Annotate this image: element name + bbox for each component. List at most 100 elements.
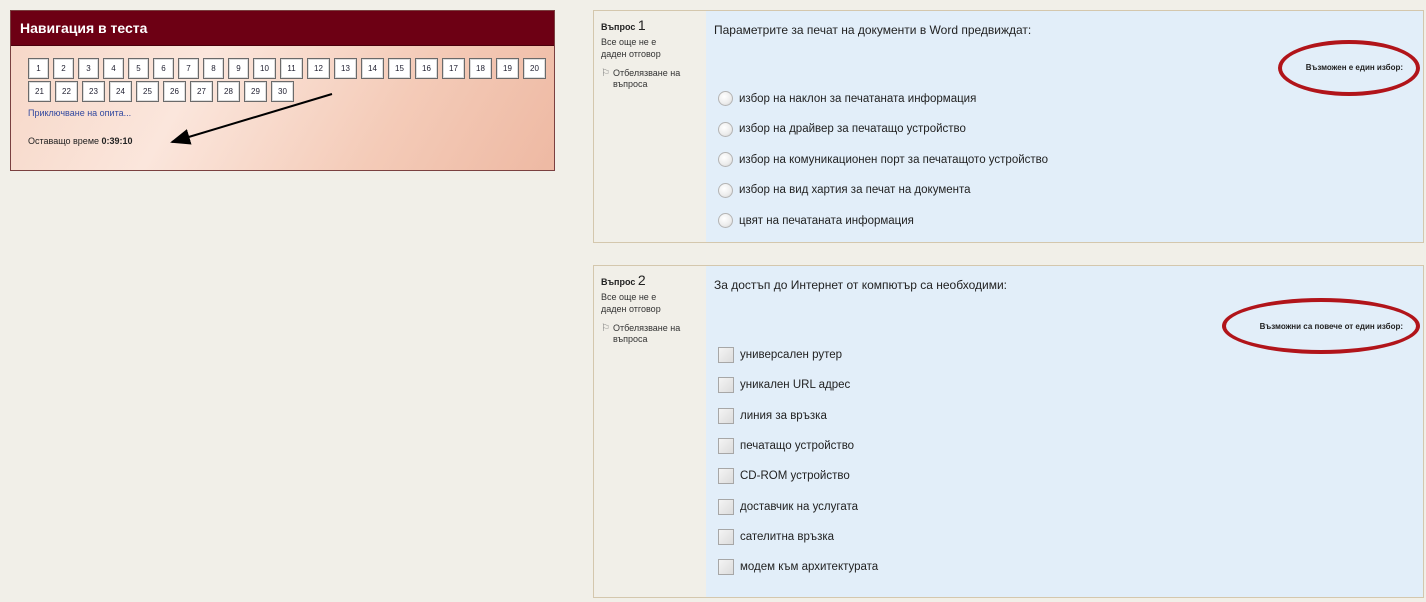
question-nav-button[interactable]: 15 <box>388 58 411 79</box>
question-nav-button[interactable]: 2 <box>53 58 74 79</box>
question-label: Въпрос <box>601 277 636 287</box>
answer-label: избор на драйвер за печатащо устройство <box>739 123 966 135</box>
answer-option[interactable]: линия за връзка <box>718 407 827 424</box>
question-number-value: 2 <box>637 272 646 288</box>
question-state: Все още не е даден отговор <box>601 37 661 59</box>
question-nav-button[interactable]: 17 <box>442 58 465 79</box>
answer-checkbox[interactable] <box>718 407 734 424</box>
answer-label: сателитна връзка <box>740 530 835 543</box>
answer-label: линия за връзка <box>740 409 827 422</box>
answer-prompt: Възможни са повече от един избор: <box>1259 322 1403 331</box>
question-nav-button[interactable]: 21 <box>28 81 51 102</box>
flag-question-toggle[interactable]: ⚐ Отбелязване на въпроса <box>601 323 706 345</box>
answer-label: доставчик на услугата <box>740 500 859 513</box>
answer-option[interactable]: избор на комуникационен порт за печатащо… <box>718 152 1048 167</box>
question-info: Въпрос 2 Все още не е даден отговор ⚐ От… <box>594 266 706 597</box>
flag-icon: ⚐ <box>601 68 610 79</box>
question-nav-button[interactable]: 16 <box>415 58 438 79</box>
question-1-block: Въпрос 1 Все още не е даден отговор ⚐ От… <box>593 10 1424 243</box>
answer-option[interactable]: цвят на печатаната информация <box>718 213 914 228</box>
question-nav-button[interactable]: 13 <box>334 58 357 79</box>
finish-attempt-link[interactable]: Приключване на опита... <box>28 108 131 118</box>
answer-prompt: Възможен е един избор: <box>1305 63 1403 72</box>
answer-checkbox[interactable] <box>718 468 734 485</box>
answer-label: избор на наклон за печатаната информация <box>739 92 977 105</box>
answer-label: уникален URL адрес <box>740 379 851 392</box>
answer-label: универсален рутер <box>740 349 843 361</box>
question-content: За достъп до Интернет от компютър са нео… <box>706 266 1423 597</box>
question-state: Все още не е даден отговор <box>601 292 661 314</box>
time-remaining-value: 0:39:10 <box>101 136 133 146</box>
question-nav-button[interactable]: 18 <box>469 58 492 79</box>
answer-label: CD-ROM устройство <box>740 470 850 483</box>
question-label: Въпрос <box>601 22 636 32</box>
answer-label: цвят на печатаната информация <box>739 214 914 227</box>
answer-option[interactable]: уникален URL адрес <box>718 377 851 394</box>
answer-option[interactable]: доставчик на услугата <box>718 498 859 515</box>
answer-label: модем към архитектурата <box>740 561 879 574</box>
question-text: Параметрите за печат на документи в Word… <box>714 23 1032 37</box>
question-nav-button[interactable]: 1 <box>28 58 49 79</box>
question-info: Въпрос 1 Все още не е даден отговор ⚐ От… <box>594 11 706 242</box>
flag-icon: ⚐ <box>601 323 610 334</box>
answer-checkbox[interactable] <box>718 377 734 394</box>
question-nav-button[interactable]: 11 <box>280 58 303 79</box>
answer-option[interactable]: печатащо устройство <box>718 437 855 454</box>
flag-question-label: Отбелязване на въпроса <box>612 68 681 89</box>
answer-option[interactable]: CD-ROM устройство <box>718 468 850 485</box>
question-nav-button[interactable]: 12 <box>307 58 330 79</box>
question-nav-button[interactable]: 25 <box>136 81 159 102</box>
answer-radio[interactable] <box>718 213 733 228</box>
question-nav-button[interactable]: 30 <box>271 81 294 102</box>
question-nav-button[interactable]: 22 <box>55 81 78 102</box>
answer-checkbox[interactable] <box>718 559 734 576</box>
answer-checkbox[interactable] <box>718 437 734 454</box>
question-nav-button[interactable]: 24 <box>109 81 132 102</box>
flag-question-label: Отбелязване на въпроса <box>612 323 681 344</box>
question-content: Параметрите за печат на документи в Word… <box>706 11 1423 242</box>
quiz-navigation-block: Навигация в теста 1 2 3 4 5 6 7 8 9 10 11 12 13 14 15 1… <box>10 10 555 171</box>
answer-option[interactable]: избор на драйвер за печатащо устройство <box>718 121 966 137</box>
question-number-buttons: 1 2 3 4 5 6 7 8 9 10 11 12 13 14 15 16 17 18 19 20 21 22 23 24 2… <box>28 58 548 102</box>
flag-question-toggle[interactable]: ⚐ Отбелязване на въпроса <box>601 68 706 90</box>
question-text: За достъп до Интернет от компютър са нео… <box>714 278 1007 292</box>
question-nav-button[interactable]: 23 <box>82 81 105 102</box>
question-nav-button[interactable]: 26 <box>163 81 186 102</box>
question-nav-button[interactable]: 5 <box>128 58 149 79</box>
answer-radio[interactable] <box>718 182 733 198</box>
question-nav-button[interactable]: 29 <box>244 81 267 102</box>
question-nav-button[interactable]: 3 <box>78 58 99 79</box>
question-nav-button[interactable]: 4 <box>103 58 124 79</box>
answer-checkbox[interactable] <box>718 528 734 545</box>
answer-label: избор на комуникационен порт за печатащо… <box>739 153 1049 166</box>
question-2-block: Въпрос 2 Все още не е даден отговор ⚐ От… <box>593 265 1424 598</box>
answer-label: избор на вид хартия за печат на документ… <box>739 184 971 196</box>
question-nav-button[interactable]: 28 <box>217 81 240 102</box>
question-nav-button[interactable]: 6 <box>153 58 174 79</box>
question-nav-button[interactable]: 20 <box>523 58 546 79</box>
question-nav-button[interactable]: 9 <box>228 58 249 79</box>
quiz-navigation-title: Навигация в теста <box>11 11 554 46</box>
question-nav-button[interactable]: 14 <box>361 58 384 79</box>
question-nav-button[interactable]: 10 <box>253 58 276 79</box>
answer-radio[interactable] <box>718 152 733 167</box>
question-number: Въпрос 1 <box>601 17 706 33</box>
answer-radio[interactable] <box>718 91 733 106</box>
answer-option[interactable]: модем към архитектурата <box>718 559 879 576</box>
answer-option[interactable]: избор на вид хартия за печат на документ… <box>718 182 971 198</box>
answer-option[interactable]: избор на наклон за печатаната информация <box>718 91 976 106</box>
answer-radio[interactable] <box>718 121 733 137</box>
answer-label: печатащо устройство <box>740 439 855 452</box>
time-remaining-label: Оставащо време <box>28 136 100 146</box>
answer-checkbox[interactable] <box>718 498 734 515</box>
question-nav-button[interactable]: 19 <box>496 58 519 79</box>
answer-option[interactable]: универсален рутер <box>718 347 842 363</box>
question-number: Въпрос 2 <box>601 272 706 288</box>
answer-checkbox[interactable] <box>718 347 734 363</box>
question-nav-button[interactable]: 27 <box>190 81 213 102</box>
question-nav-button[interactable]: 8 <box>203 58 224 79</box>
time-remaining: Оставащо време 0:39:10 <box>28 136 133 146</box>
question-number-value: 1 <box>637 17 646 33</box>
question-nav-button[interactable]: 7 <box>178 58 199 79</box>
answer-option[interactable]: сателитна връзка <box>718 528 835 545</box>
